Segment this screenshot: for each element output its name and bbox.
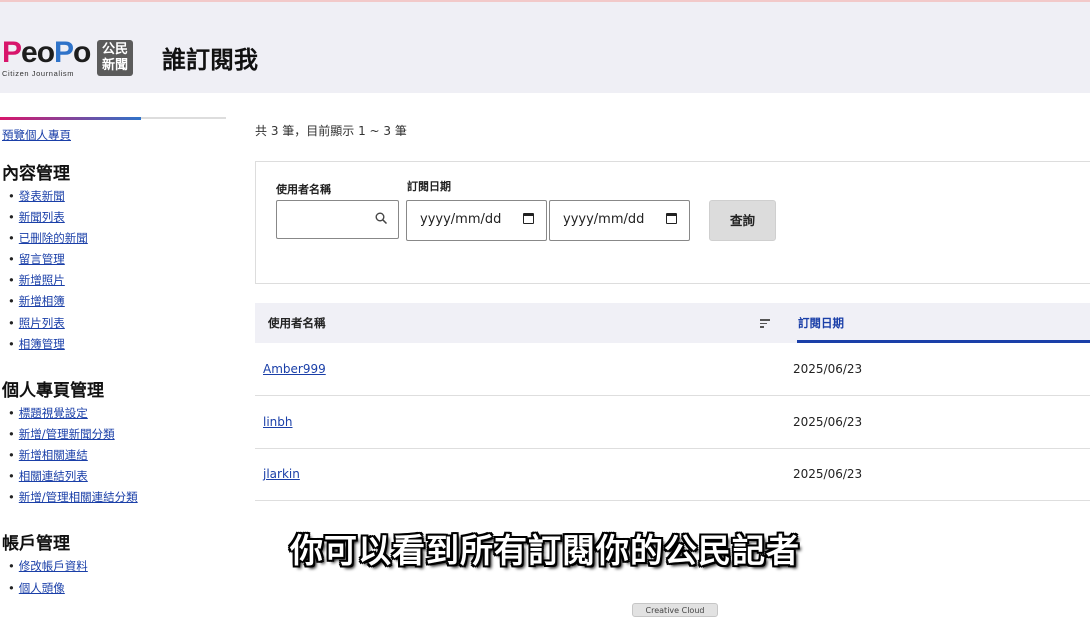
date-from-input[interactable]: yyyy/mm/dd — [406, 200, 547, 241]
sidebar-item-photo-list[interactable]: • 照片列表 — [8, 315, 65, 331]
sidebar-item-link-category[interactable]: • 新增/管理相關連結分類 — [8, 489, 138, 505]
subscriber-username-link[interactable]: linbh — [263, 415, 293, 429]
subscriber-username-link[interactable]: jlarkin — [263, 467, 300, 481]
logo-tagline: Citizen Journalism — [2, 69, 75, 78]
sidebar-item-album-manage[interactable]: • 相簿管理 — [8, 336, 65, 352]
sidebar-item-add-link[interactable]: • 新增相關連結 — [8, 447, 88, 463]
table-row: jlarkin 2025/06/23 — [255, 448, 1090, 501]
subscribe-date: 2025/06/23 — [793, 362, 863, 376]
subscriber-username-link[interactable]: Amber999 — [263, 362, 326, 376]
peopo-logo[interactable]: PeoPo Citizen Journalism — [2, 36, 91, 79]
calendar-icon[interactable] — [523, 213, 534, 224]
preview-profile-link[interactable]: 預覽個人專頁 — [2, 127, 71, 143]
table-row: linbh 2025/06/23 — [255, 396, 1090, 449]
section-heading-content: 內容管理 — [2, 164, 70, 184]
site-header: PeoPo Citizen Journalism 公民 新聞 誰訂閱我 — [0, 0, 1090, 93]
video-subtitle: 你可以看到所有訂閱你的公民記者 — [290, 531, 800, 570]
sidebar-item-comments[interactable]: • 留言管理 — [8, 251, 65, 267]
sidebar-item-add-album[interactable]: • 新增相簿 — [8, 293, 65, 309]
date-label: 訂閱日期 — [407, 180, 451, 193]
logo-badge: 公民 新聞 — [97, 40, 133, 76]
table-row: Amber999 2025/06/23 — [255, 343, 1090, 396]
page-title: 誰訂閱我 — [162, 46, 258, 74]
sidebar-item-title-visual[interactable]: • 標題視覺設定 — [8, 405, 88, 421]
sidebar-item-deleted-news[interactable]: • 已刪除的新聞 — [8, 230, 88, 246]
search-icon[interactable] — [375, 212, 387, 224]
date-to-input[interactable]: yyyy/mm/dd — [549, 200, 690, 241]
username-label: 使用者名稱 — [276, 183, 331, 196]
filter-panel: 使用者名稱 訂閱日期 yyyy/mm/dd yyyy/mm/dd 查詢 — [255, 161, 1090, 284]
sort-icon[interactable] — [760, 319, 770, 328]
subscribe-date: 2025/06/23 — [793, 467, 863, 481]
sidebar-divider — [0, 117, 226, 120]
sidebar-item-link-list[interactable]: • 相關連結列表 — [8, 468, 88, 484]
username-search-input[interactable] — [276, 200, 399, 239]
sidebar-item-add-photo[interactable]: • 新增照片 — [8, 272, 65, 288]
sidebar-item-news-category[interactable]: • 新增/管理新聞分類 — [8, 426, 115, 442]
creative-cloud-tab[interactable]: Creative Cloud — [632, 603, 718, 617]
sidebar-item-avatar[interactable]: • 個人頭像 — [8, 580, 65, 596]
logo-wordmark: PeoPo — [2, 36, 91, 69]
sidebar: 預覽個人專頁 內容管理 • 發表新聞 • 新聞列表 • 已刪除的新聞 • 留言管理 • 新… — [0, 117, 226, 595]
column-header-date[interactable]: 訂閱日期 — [798, 315, 844, 331]
subscribe-date: 2025/06/23 — [793, 415, 863, 429]
result-count: 共 3 筆，目前顯示 1 ~ 3 筆 — [255, 124, 407, 138]
query-button[interactable]: 查詢 — [709, 200, 776, 241]
section-heading-profile: 個人專頁管理 — [2, 381, 104, 401]
sidebar-item-publish-news[interactable]: • 發表新聞 — [8, 188, 65, 204]
calendar-icon[interactable] — [666, 213, 677, 224]
column-header-username[interactable]: 使用者名稱 — [268, 315, 326, 331]
table-header: 使用者名稱 訂閱日期 — [255, 303, 1090, 343]
sidebar-item-news-list[interactable]: • 新聞列表 — [8, 209, 65, 225]
